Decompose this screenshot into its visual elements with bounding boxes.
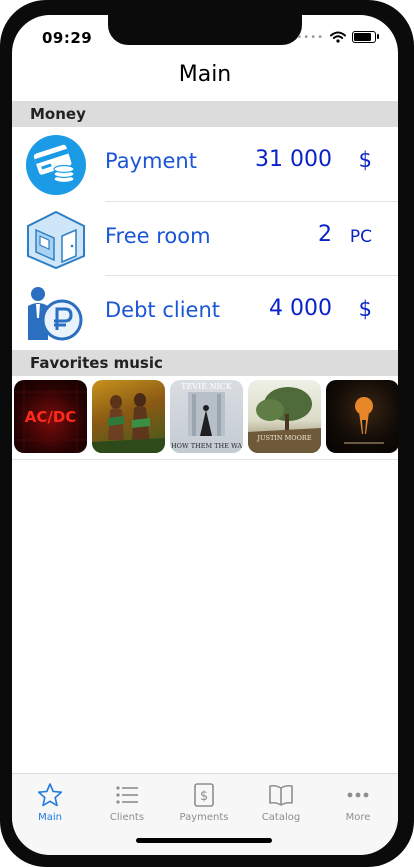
signal-dots-icon: •••• [296,31,324,43]
album-cover-2[interactable] [92,380,165,453]
payment-row[interactable]: Payment 31 000 $ [12,127,398,201]
book-icon [269,784,293,806]
svg-text:TEVIE NICK: TEVIE NICK [181,382,233,391]
room-icon [24,210,88,270]
star-icon [37,783,63,807]
credit-card-icon [24,135,88,195]
device-notch [108,15,302,45]
music-strip-divider [12,459,398,460]
tab-more-label: More [345,812,371,823]
album-cover-1[interactable]: AC/DC [14,380,87,453]
dollar-doc-icon: $ [194,783,214,807]
debt-client-label: Debt client [105,298,221,322]
tab-main[interactable]: Main [15,782,85,823]
svg-text:$: $ [200,789,208,804]
tab-main-label: Main [38,812,62,823]
list-icon [116,786,138,804]
svg-text:AC/DC: AC/DC [25,408,77,426]
payment-value: 31 000 [255,147,332,172]
music-carousel[interactable]: AC/DC TEVIE NICK HOW THEM THE WA JUSTIN … [12,376,398,462]
svg-text:JUSTIN MOORE: JUSTIN MOORE [256,434,311,442]
free-room-value: 2 [318,222,332,247]
tab-clients[interactable]: Clients [92,782,162,823]
home-indicator[interactable] [136,838,272,843]
tab-catalog-label: Catalog [261,812,301,823]
debt-client-value: 4 000 [269,296,332,321]
free-room-label: Free room [105,224,211,248]
battery-icon [352,31,379,43]
free-room-unit: PC [349,227,372,247]
music-section-header: Favorites music [12,350,398,376]
album-cover-5[interactable] [326,380,398,453]
free-room-row[interactable]: Free room 2 PC [12,202,398,276]
svg-text:HOW THEM THE WA: HOW THEM THE WA [171,442,242,450]
app-screen: 09:29 •••• Main Money Payment 31 000 $ F… [12,15,398,855]
album-cover-3[interactable]: TEVIE NICK HOW THEM THE WA [170,380,243,453]
more-dots-icon [347,792,369,798]
album-cover-4[interactable]: JUSTIN MOORE [248,380,321,453]
status-time: 09:29 [42,29,93,47]
tab-payments-label: Payments [179,812,229,823]
debt-client-unit: $ [358,297,372,321]
tab-payments[interactable]: $ Payments [169,782,239,823]
tab-clients-label: Clients [109,812,145,823]
page-title: Main [178,62,232,87]
tab-catalog[interactable]: Catalog [246,782,316,823]
money-section-header: Money [12,101,398,127]
status-icons: •••• [296,31,379,43]
payment-unit: $ [358,148,372,172]
wifi-icon [330,31,346,43]
debt-client-icon [24,284,88,344]
payment-label: Payment [105,149,197,173]
tab-more[interactable]: More [323,782,393,823]
debt-client-row[interactable]: Debt client 4 000 $ [12,276,398,350]
